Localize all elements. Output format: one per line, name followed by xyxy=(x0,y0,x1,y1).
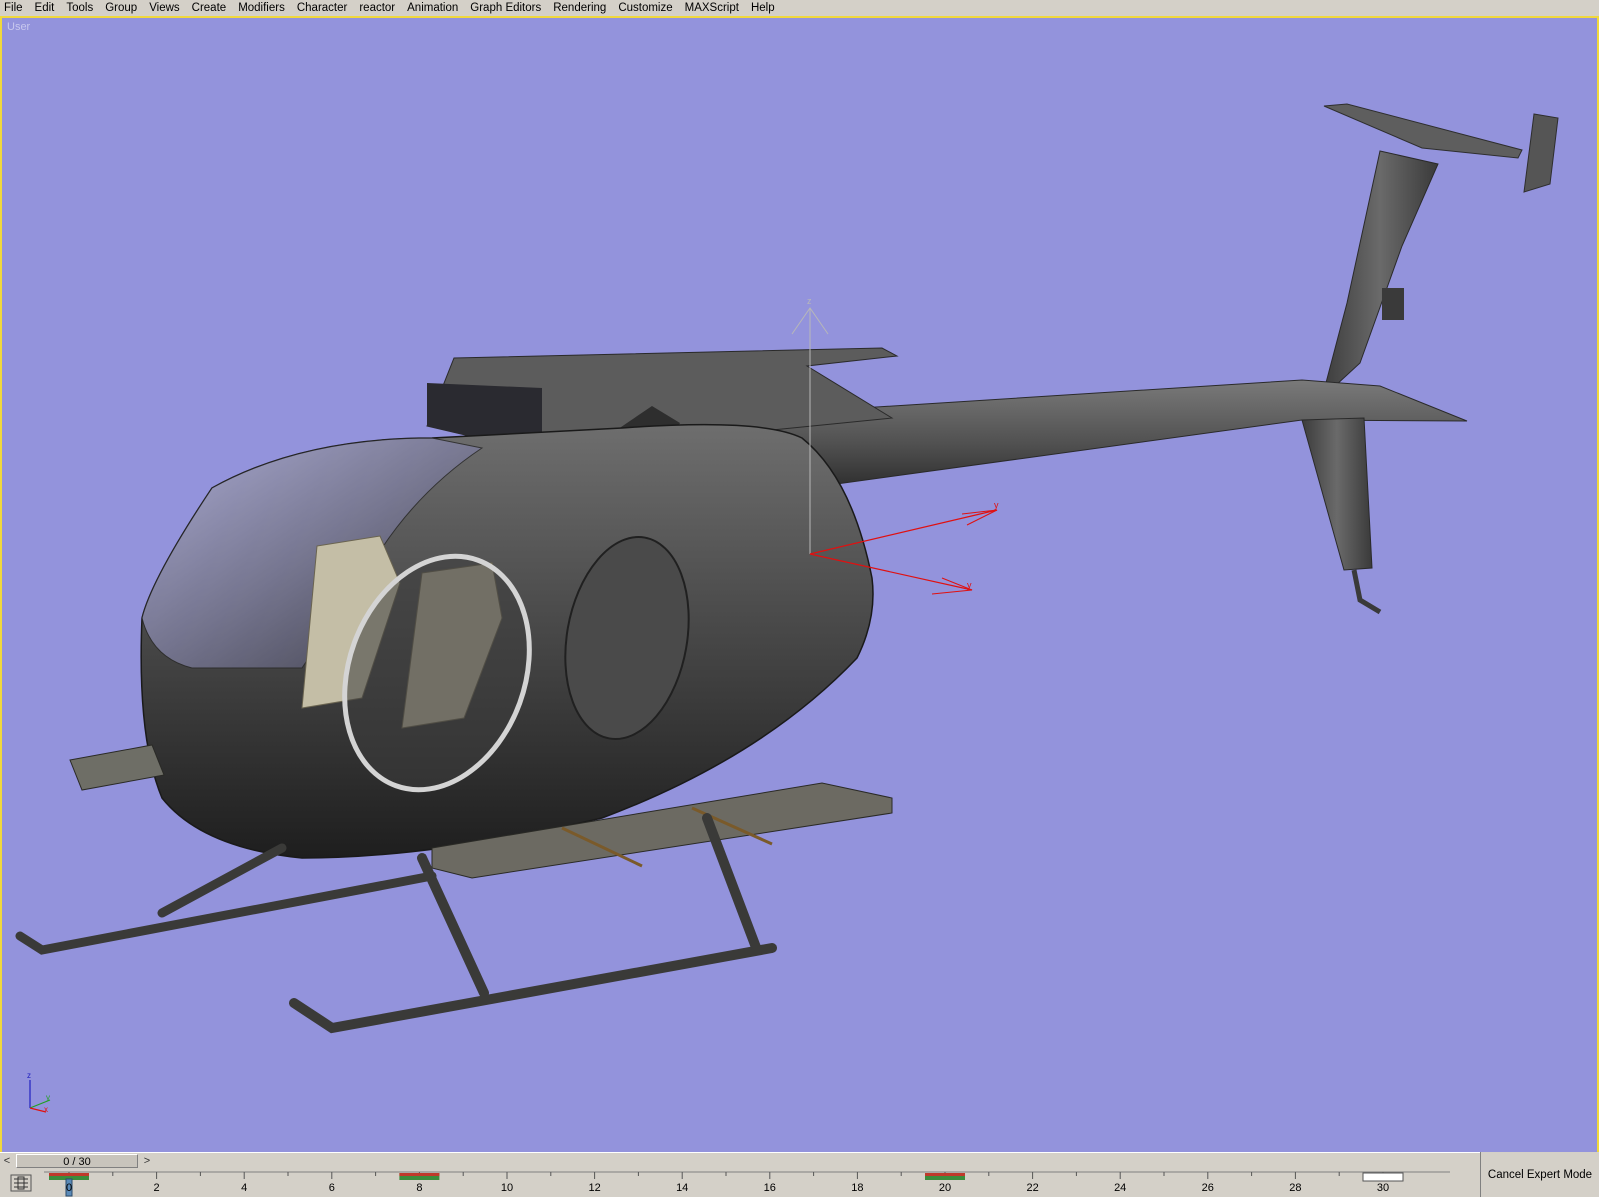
trackbar-end-marker xyxy=(1362,1172,1404,1182)
menu-tools[interactable]: Tools xyxy=(60,0,99,16)
trackbar-label: 26 xyxy=(1202,1182,1214,1194)
trackbar-key-marker xyxy=(925,1173,965,1176)
time-slider-thumb[interactable]: 0 / 30 xyxy=(16,1154,138,1168)
trackbar-label: 10 xyxy=(501,1182,513,1194)
gizmo-y-label: y xyxy=(994,500,999,510)
gizmo-x-label: y xyxy=(967,580,972,590)
time-slider-next-button[interactable]: > xyxy=(140,1154,154,1168)
menu-edit[interactable]: Edit xyxy=(29,0,61,16)
trackbar-label: 6 xyxy=(329,1182,335,1194)
cargo-platform-left xyxy=(69,744,165,791)
trackbar-key-marker xyxy=(49,1173,89,1176)
gizmo-z-label: z xyxy=(807,296,812,306)
viewport-user[interactable]: User z y y z y x xyxy=(0,16,1599,1154)
trackbar-label: 4 xyxy=(241,1182,247,1194)
tail-fin-upper xyxy=(1321,150,1439,400)
time-slider[interactable]: < 0 / 30 > xyxy=(0,1152,1480,1170)
menu-rendering[interactable]: Rendering xyxy=(547,0,612,16)
trackbar-label: 12 xyxy=(588,1182,600,1194)
time-slider-prev-button[interactable]: < xyxy=(0,1154,14,1168)
trackbar[interactable]: 0 2 4 6 8 10 12 14 16 18 20 22 24 26 28 30 xyxy=(0,1170,1480,1197)
menu-animation[interactable]: Animation xyxy=(401,0,464,16)
helicopter-model[interactable]: z y y z y x xyxy=(2,18,1597,1152)
menu-character[interactable]: Character xyxy=(291,0,354,16)
cancel-expert-mode-button[interactable]: Cancel Expert Mode xyxy=(1480,1152,1599,1197)
trackbar-label: 18 xyxy=(851,1182,863,1194)
trackbar-label: 24 xyxy=(1114,1182,1126,1194)
trackbar-key-marker xyxy=(399,1173,440,1176)
menu-file[interactable]: File xyxy=(0,0,29,16)
tail-fin-lower xyxy=(1301,417,1373,571)
trackbar-ruler[interactable]: 0 2 4 6 8 10 12 14 16 18 20 22 24 26 28 30 xyxy=(0,1170,1480,1197)
trackbar-label: 20 xyxy=(939,1182,951,1194)
menu-customize[interactable]: Customize xyxy=(612,0,678,16)
menu-graph-editors[interactable]: Graph Editors xyxy=(464,0,547,16)
tripod-y-label: y xyxy=(46,1093,50,1102)
menu-create[interactable]: Create xyxy=(186,0,233,16)
trackbar-label: 22 xyxy=(1026,1182,1038,1194)
menu-modifiers[interactable]: Modifiers xyxy=(232,0,291,16)
menu-help[interactable]: Help xyxy=(745,0,781,16)
trackbar-label: 16 xyxy=(764,1182,776,1194)
tripod-z-label: z xyxy=(27,1071,31,1080)
trackbar-label: 0 xyxy=(66,1182,72,1194)
trackbar-label: 14 xyxy=(676,1182,688,1194)
menu-group[interactable]: Group xyxy=(99,0,143,16)
menu-views[interactable]: Views xyxy=(143,0,185,16)
tripod-x-label: x xyxy=(44,1105,48,1114)
landing-skid-left xyxy=(15,843,437,955)
trackbar-label: 30 xyxy=(1377,1182,1389,1194)
menu-reactor[interactable]: reactor xyxy=(353,0,401,16)
trackbar-label: 8 xyxy=(416,1182,422,1194)
axis-tripod-icon: z y x xyxy=(27,1071,51,1114)
menu-bar: File Edit Tools Group Views Create Modifiers Ch… xyxy=(0,0,1599,16)
trackbar-label: 28 xyxy=(1289,1182,1301,1194)
trackbar-label: 2 xyxy=(154,1182,160,1194)
menu-maxscript[interactable]: MAXScript xyxy=(679,0,745,16)
